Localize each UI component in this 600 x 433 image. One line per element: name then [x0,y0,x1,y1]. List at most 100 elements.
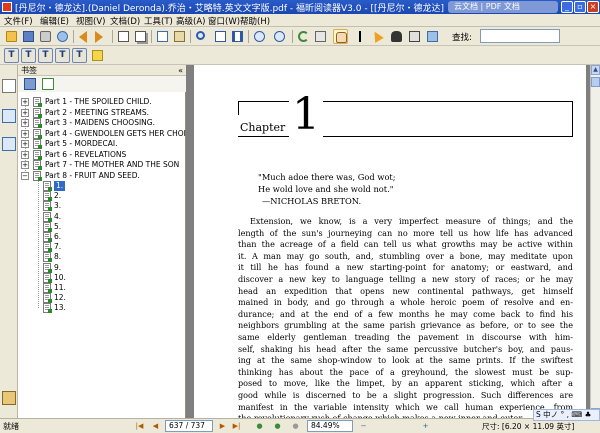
delete-bookmark-icon[interactable] [24,78,36,90]
menu-document[interactable]: 文档(D) [110,15,140,27]
scroll-thumb[interactable] [591,77,600,87]
zoom-in-icon [274,31,285,42]
bookmark-icon [43,283,52,293]
email-button[interactable] [55,29,70,44]
attachment-tab-icon[interactable] [2,391,16,405]
zoom-out-button[interactable] [252,29,267,44]
find-button[interactable] [389,29,404,44]
expand-toggle[interactable]: + [21,129,29,138]
paste-button[interactable] [172,29,187,44]
tree-connector [38,178,39,308]
body-line: thinking has about the pace of a greyhou… [238,366,573,377]
expand-toggle[interactable]: − [21,171,29,180]
stamp-button[interactable] [425,29,440,44]
menu-file[interactable]: 文件(F) [4,15,33,27]
document-page: Chapter 1 "Much adoe there was, God wot;… [194,65,586,418]
page-icon [118,31,129,42]
rotate-button[interactable] [296,29,311,44]
expand-toggle[interactable]: + [21,108,29,117]
frame-line [238,101,239,115]
zoom-out-status-button[interactable]: − [358,421,369,432]
menu-help[interactable]: 帮助(H) [240,15,270,27]
ime-toolbar[interactable]: S 中ノ ° , ⌨ ♣ [533,409,600,421]
open-button[interactable] [4,29,19,44]
zoom-out-icon [254,31,265,42]
back-button[interactable]: ● [254,421,265,432]
document-view[interactable]: Chapter 1 "Much adoe there was, God wot;… [186,65,590,418]
pages-view-button[interactable] [133,29,148,44]
cloud-doc-badge[interactable]: 云文档 | PDF 文档 [448,1,558,13]
body-line: same elderly gentleman treading the pave… [238,331,573,342]
zoom-in-button[interactable] [272,29,287,44]
minimize-button[interactable]: _ [561,1,573,13]
text-tool-5[interactable]: T [72,48,87,63]
comment-toolbar: T T T T T [0,46,600,65]
text-tool-1[interactable]: T [4,48,19,63]
forward-button[interactable]: ● [272,421,283,432]
collapse-panel-button[interactable]: « [178,65,183,76]
text-tool-3[interactable]: T [38,48,53,63]
typewriter-button[interactable] [407,29,422,44]
expand-toggle[interactable]: + [21,98,29,106]
note-button[interactable] [90,48,105,63]
bookmark-icon [43,181,52,191]
fit-width-button[interactable] [230,29,245,44]
save-icon [23,31,34,42]
menu-tools[interactable]: 工具(T) [144,15,173,27]
menu-edit[interactable]: 编辑(E) [40,15,69,27]
expand-toggle[interactable]: + [21,150,29,159]
fit-width-icon [232,31,243,42]
menu-window[interactable]: 窗口(W) [208,15,240,27]
prev-page-button[interactable]: ◀ [150,421,161,432]
bookmark-label: Part 1 - THE SPOILED CHILD. [45,97,152,106]
bookmarks-tab-icon[interactable] [2,79,16,93]
hand-tool-button[interactable] [333,29,348,44]
copy-button[interactable] [155,29,170,44]
window-title: [丹尼尔・德龙达].(Daniel Deronda).乔治・艾略特.英文文字版.… [15,4,445,14]
select-tool-button[interactable] [370,29,385,44]
status-bar: 就绪 |◀ ◀ 637 / 737 ▶ ▶| ● ● ● 84.49% − + … [0,418,600,433]
prev-view-button[interactable] [77,29,92,44]
add-bookmark-icon[interactable] [42,78,54,90]
bookmark-label: 5. [54,221,62,231]
last-page-button[interactable]: ▶| [231,421,242,432]
zoom-tool-button[interactable] [194,29,209,44]
epigraph-line: "Much adoe there was, God wot; [258,172,396,182]
expand-toggle[interactable]: + [21,140,29,148]
zoom-field[interactable]: 84.49% [307,420,353,432]
snapshot-button[interactable] [313,29,328,44]
separator [112,30,113,43]
text-tool-4[interactable]: T [55,48,70,63]
first-page-button[interactable]: |◀ [134,421,145,432]
close-button[interactable]: × [587,1,599,13]
zoom-in-status-button[interactable]: + [420,421,431,432]
thumbnails-tab-icon[interactable] [2,109,16,123]
next-page-button[interactable]: ▶ [217,421,228,432]
vertical-scrollbar[interactable]: ▲ ▼ [590,65,600,418]
next-view-button[interactable] [93,29,108,44]
expand-toggle[interactable]: + [21,161,29,169]
menu-advanced[interactable]: 高级(A) [176,15,205,27]
save-button[interactable] [21,29,36,44]
separator [190,30,191,43]
search-input[interactable] [480,29,560,43]
expand-toggle[interactable]: + [21,119,29,127]
restore-button[interactable]: ▫ [574,1,586,13]
page-number-field[interactable]: 637 / 737 [165,420,213,432]
text-tool-2[interactable]: T [21,48,36,63]
bookmark-label: 11. [54,283,66,292]
menu-view[interactable]: 视图(V) [76,15,105,27]
fit-page-button[interactable] [213,29,228,44]
body-line: Extension, we know, is a very imperfect … [250,216,573,226]
layers-tab-icon[interactable] [2,137,16,151]
paste-icon [174,31,185,42]
bookmark-label: Part 3 - MAIDENS CHOOSING. [45,118,155,127]
separator [248,30,249,43]
title-bar: [丹尼尔・德龙达].(Daniel Deronda).乔治・艾略特.英文文字版.… [0,0,600,14]
page-view-button[interactable] [116,29,131,44]
scroll-up-arrow[interactable]: ▲ [591,65,600,75]
select-text-button[interactable] [352,29,367,44]
print-button[interactable] [38,29,53,44]
stop-button[interactable]: ● [290,421,301,432]
separator [73,30,74,43]
